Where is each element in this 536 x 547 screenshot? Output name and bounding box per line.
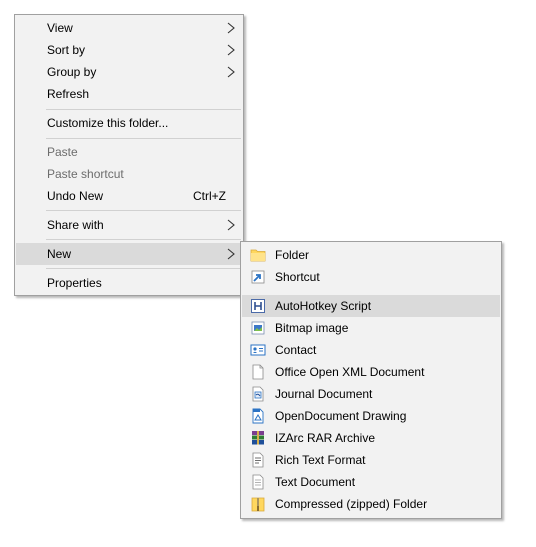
submenu-item-label: Journal Document (275, 387, 373, 401)
menu-item-label: View (47, 21, 73, 35)
menu-separator (46, 239, 241, 240)
menu-item-label: Paste (47, 145, 78, 159)
menu-item-label: Undo New (47, 189, 104, 203)
menu-item-view[interactable]: View (16, 17, 242, 39)
menu-item-label: Properties (47, 276, 102, 290)
menu-separator (46, 109, 241, 110)
desktop-context-menu: View Sort by Group by Refresh Customize … (14, 14, 244, 296)
opendocument-drawing-icon (252, 408, 264, 424)
text-document-icon (252, 474, 264, 490)
submenu-item-label: Office Open XML Document (275, 365, 425, 379)
menu-separator (46, 268, 241, 269)
chevron-right-icon (227, 22, 235, 34)
menu-item-label: Group by (47, 65, 97, 79)
menu-item-label: Sort by (47, 43, 86, 57)
menu-item-refresh[interactable]: Refresh (16, 83, 242, 105)
submenu-item-folder[interactable]: Folder (242, 244, 500, 266)
submenu-item-autohotkey-script[interactable]: AutoHotkey Script (242, 295, 500, 317)
menu-item-properties[interactable]: Properties (16, 272, 242, 294)
menu-item-paste: Paste (16, 141, 242, 163)
shortcut-icon (251, 270, 265, 284)
submenu-item-label: Rich Text Format (275, 453, 366, 467)
submenu-item-label: AutoHotkey Script (275, 299, 372, 313)
bitmap-image-icon (251, 321, 265, 335)
document-icon (252, 364, 264, 380)
submenu-item-opendocument-drawing[interactable]: OpenDocument Drawing (242, 405, 500, 427)
submenu-item-bitmap-image[interactable]: Bitmap image (242, 317, 500, 339)
autohotkey-script-icon (251, 299, 265, 313)
submenu-item-text-document[interactable]: Text Document (242, 471, 500, 493)
menu-item-label: Customize this folder... (47, 116, 169, 130)
submenu-item-label: Contact (275, 343, 317, 357)
menu-item-share-with[interactable]: Share with (16, 214, 242, 236)
chevron-right-icon (227, 66, 235, 78)
submenu-item-label: Text Document (275, 475, 356, 489)
chevron-right-icon (227, 219, 235, 231)
submenu-item-contact[interactable]: Contact (242, 339, 500, 361)
rich-text-icon (252, 452, 264, 468)
menu-item-label: Paste shortcut (47, 167, 124, 181)
menu-separator (46, 138, 241, 139)
menu-item-sort-by[interactable]: Sort by (16, 39, 242, 61)
menu-item-group-by[interactable]: Group by (16, 61, 242, 83)
menu-item-customize-folder[interactable]: Customize this folder... (16, 112, 242, 134)
submenu-item-compressed-folder[interactable]: Compressed (zipped) Folder (242, 493, 500, 515)
menu-item-label: Refresh (47, 87, 90, 101)
menu-item-undo-new[interactable]: Undo New Ctrl+Z (16, 185, 242, 207)
submenu-item-label: Compressed (zipped) Folder (275, 497, 428, 511)
menu-item-label: New (47, 247, 72, 261)
keyboard-shortcut: Ctrl+Z (193, 189, 226, 203)
journal-document-icon (252, 386, 264, 402)
chevron-right-icon (227, 44, 235, 56)
submenu-item-label: Folder (275, 248, 310, 262)
submenu-item-label: OpenDocument Drawing (275, 409, 407, 423)
submenu-item-office-open-xml[interactable]: Office Open XML Document (242, 361, 500, 383)
submenu-item-label: IZArc RAR Archive (275, 431, 376, 445)
chevron-right-icon (227, 248, 235, 260)
rar-archive-icon (252, 431, 264, 445)
contact-icon (250, 344, 266, 356)
menu-item-paste-shortcut: Paste shortcut (16, 163, 242, 185)
submenu-item-label: Bitmap image (275, 321, 349, 335)
submenu-item-shortcut[interactable]: Shortcut (242, 266, 500, 288)
submenu-item-label: Shortcut (275, 270, 320, 284)
menu-separator (46, 210, 241, 211)
submenu-item-rich-text-format[interactable]: Rich Text Format (242, 449, 500, 471)
submenu-item-journal-document[interactable]: Journal Document (242, 383, 500, 405)
folder-icon (250, 249, 266, 262)
new-submenu: Folder Shortcut AutoHotkey Script Bitmap… (240, 241, 502, 519)
zipped-folder-icon (251, 497, 265, 512)
menu-item-new[interactable]: New (16, 243, 242, 265)
menu-item-label: Share with (47, 218, 104, 232)
submenu-item-izarc-rar-archive[interactable]: IZArc RAR Archive (242, 427, 500, 449)
